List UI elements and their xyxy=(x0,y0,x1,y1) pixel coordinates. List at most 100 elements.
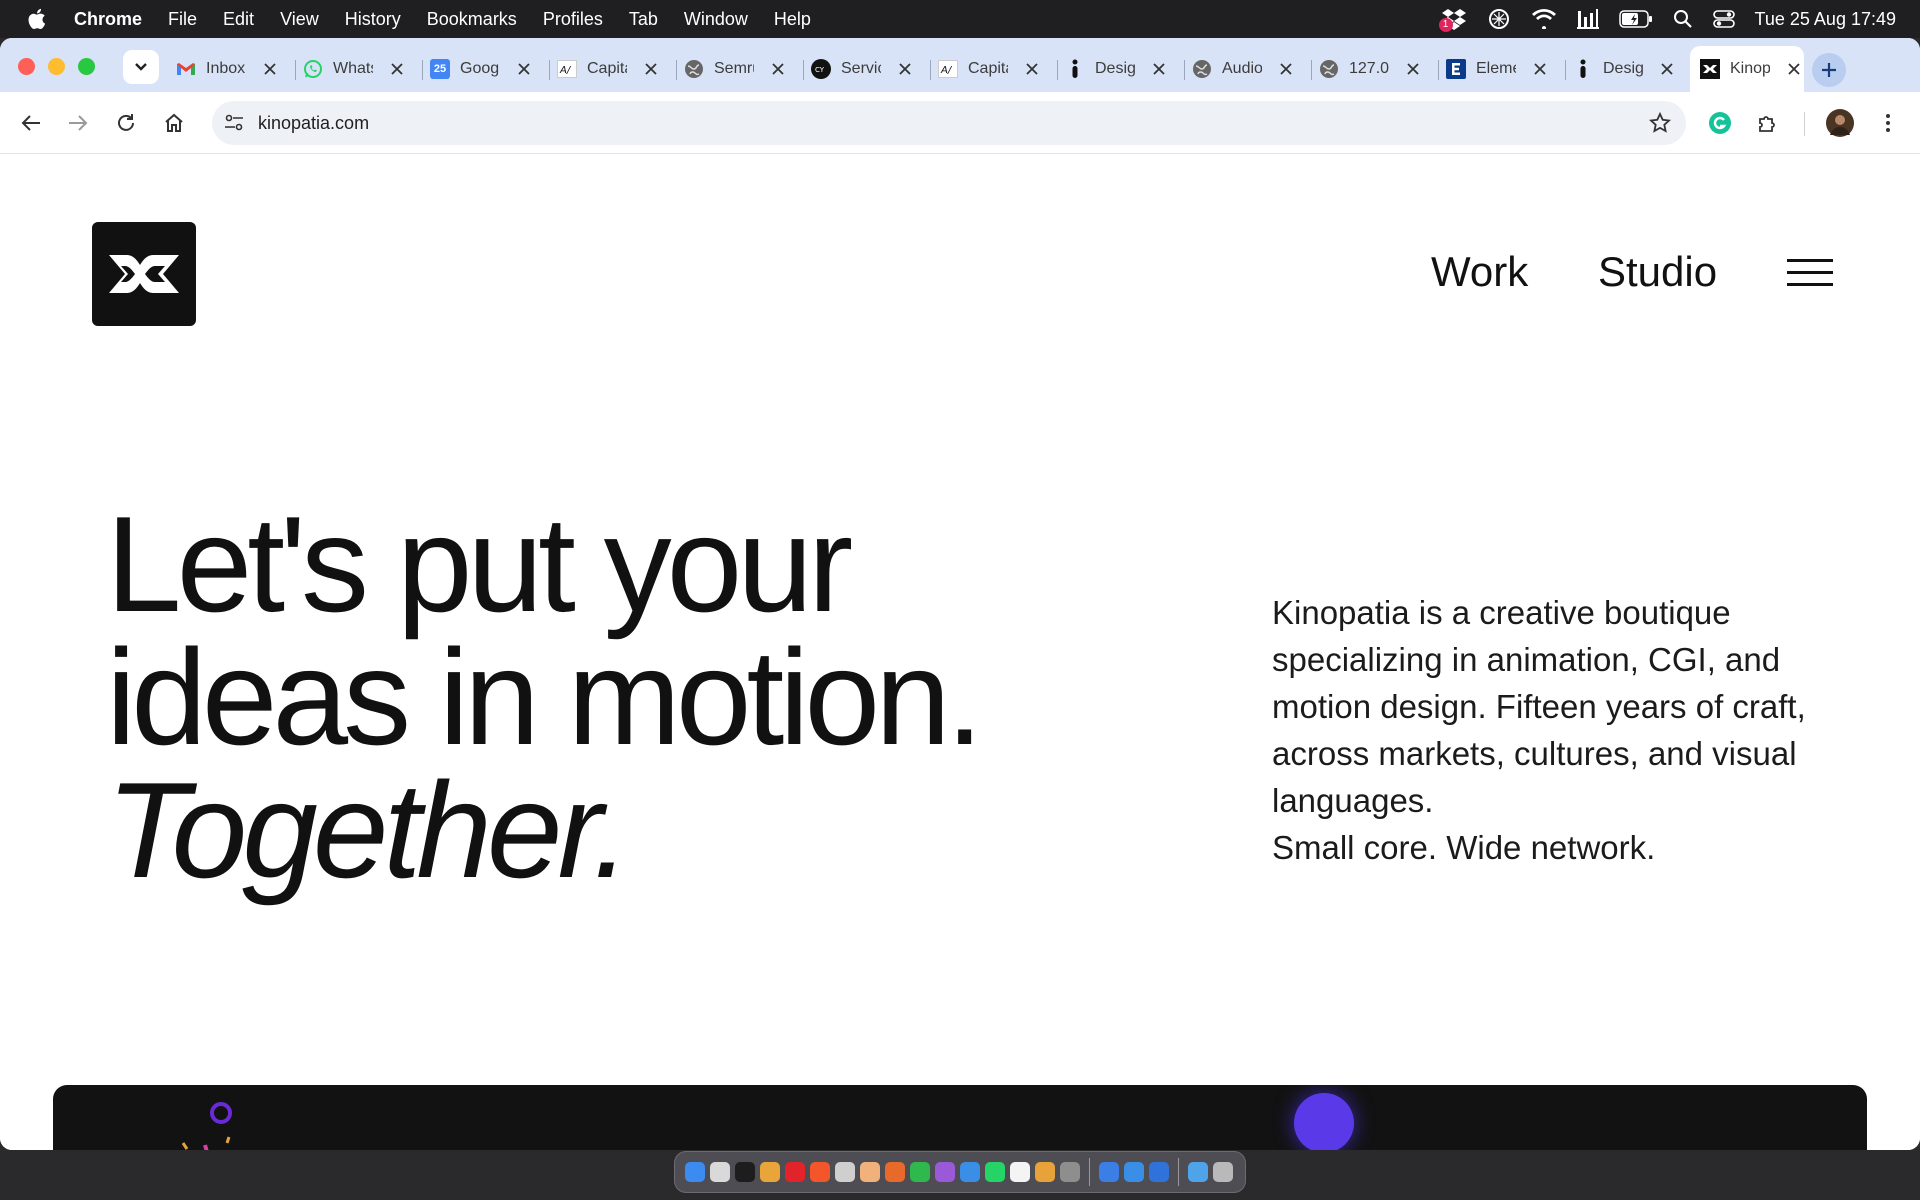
tab-semrush[interactable]: Semrush xyxy=(674,50,804,88)
close-icon[interactable] xyxy=(1149,59,1169,79)
site-settings-icon[interactable] xyxy=(222,111,246,135)
close-icon[interactable] xyxy=(1530,59,1550,79)
tab-strip: Inbox WhatsApp 25 Google Calendar A/ Cap… xyxy=(0,38,1920,92)
hamburger-menu-icon[interactable] xyxy=(1787,259,1833,287)
zoom-window-button[interactable] xyxy=(78,58,95,75)
menu-help[interactable]: Help xyxy=(774,9,811,30)
url-text[interactable]: kinopatia.com xyxy=(258,113,369,134)
tab-services[interactable]: CY Services xyxy=(801,50,931,88)
dropbox-icon[interactable]: 1 xyxy=(1438,8,1467,32)
address-bar[interactable]: kinopatia.com xyxy=(212,101,1686,145)
close-icon[interactable] xyxy=(1276,59,1296,79)
menu-history[interactable]: History xyxy=(345,9,401,30)
dock-preview-icon[interactable] xyxy=(1035,1162,1055,1182)
close-window-button[interactable] xyxy=(18,58,35,75)
forward-arrow-icon xyxy=(69,115,88,131)
grammarly-extension-button[interactable] xyxy=(1706,109,1734,137)
dock-affinity-icon[interactable] xyxy=(935,1162,955,1182)
menu-profiles[interactable]: Profiles xyxy=(543,9,603,30)
tab-title: Kinopatia xyxy=(1730,60,1770,77)
dock-whatsapp-icon[interactable] xyxy=(985,1162,1005,1182)
dock-chatgpt-icon[interactable] xyxy=(835,1162,855,1182)
dock-settings-icon[interactable] xyxy=(1060,1162,1080,1182)
profile-avatar[interactable] xyxy=(1826,109,1854,137)
dock-word-icon[interactable] xyxy=(735,1162,755,1182)
puzzle-icon xyxy=(1759,116,1775,132)
dock-downloads-icon[interactable] xyxy=(1124,1162,1144,1182)
tab-design-2[interactable]: Design xyxy=(1563,50,1689,88)
close-icon[interactable] xyxy=(1022,59,1042,79)
dock-finder-2-icon[interactable] xyxy=(1099,1162,1119,1182)
tab-google-calendar[interactable]: 25 Google Calendar xyxy=(420,50,550,88)
apple-icon[interactable] xyxy=(26,8,48,30)
tab-localhost[interactable]: 127.0.0.1 xyxy=(1309,50,1439,88)
extensions-button[interactable] xyxy=(1754,109,1782,137)
menu-file[interactable]: File xyxy=(168,9,197,30)
nav-studio-link[interactable]: Studio xyxy=(1598,248,1717,296)
battery-icon[interactable] xyxy=(1618,10,1653,28)
dock-finder-icon[interactable] xyxy=(685,1162,705,1182)
forward-button[interactable] xyxy=(64,109,92,137)
dock-chrome-icon[interactable] xyxy=(760,1162,780,1182)
tab-search-button[interactable] xyxy=(123,50,159,84)
new-tab-button[interactable] xyxy=(1812,53,1846,87)
close-icon[interactable] xyxy=(514,59,534,79)
reload-button[interactable] xyxy=(112,109,140,137)
browser-window: Inbox WhatsApp 25 Google Calendar A/ Cap… xyxy=(0,38,1920,1150)
dock-numbers-icon[interactable] xyxy=(910,1162,930,1182)
home-button[interactable] xyxy=(160,109,188,137)
back-arrow-icon xyxy=(21,115,40,131)
tab-kinopatia-active[interactable]: Kinopatia xyxy=(1690,46,1804,92)
macos-menu-bar: Chrome File Edit View History Bookmarks … xyxy=(0,0,1920,38)
tab-capital-1[interactable]: A/ Capital xyxy=(547,50,677,88)
control-center-icon[interactable] xyxy=(1712,9,1735,29)
close-icon[interactable] xyxy=(387,59,407,79)
kinopatia-logo[interactable] xyxy=(92,222,196,326)
spotlight-search-icon[interactable] xyxy=(1673,9,1693,29)
tab-whatsapp[interactable]: WhatsApp xyxy=(293,50,423,88)
menu-view[interactable]: View xyxy=(280,9,319,30)
menu-window[interactable]: Window xyxy=(684,9,748,30)
showreel-video[interactable] xyxy=(53,1085,1867,1150)
close-icon[interactable] xyxy=(895,59,915,79)
menu-tab[interactable]: Tab xyxy=(629,9,658,30)
nav-work-link[interactable]: Work xyxy=(1431,248,1528,296)
dock-trash-icon[interactable] xyxy=(1213,1162,1233,1182)
dock-brave-icon[interactable] xyxy=(810,1162,830,1182)
dock-proxyman-icon[interactable] xyxy=(1149,1162,1169,1182)
wifi-icon[interactable] xyxy=(1531,9,1557,29)
close-icon[interactable] xyxy=(641,59,661,79)
browser-toolbar: kinopatia.com xyxy=(0,92,1920,154)
minimize-window-button[interactable] xyxy=(48,58,65,75)
tab-design-1[interactable]: Design xyxy=(1055,50,1185,88)
dock-folder-icon[interactable] xyxy=(1188,1162,1208,1182)
back-button[interactable] xyxy=(17,109,45,137)
dock-affinity-designer-icon[interactable] xyxy=(960,1162,980,1182)
menu-edit[interactable]: Edit xyxy=(223,9,254,30)
dock-notes-icon[interactable] xyxy=(1010,1162,1030,1182)
close-icon[interactable] xyxy=(1403,59,1423,79)
globe-icon xyxy=(1319,59,1339,79)
chatgpt-icon[interactable] xyxy=(1487,7,1511,31)
close-icon[interactable] xyxy=(1657,59,1677,79)
close-icon[interactable] xyxy=(260,59,280,79)
menu-bookmarks[interactable]: Bookmarks xyxy=(427,9,517,30)
tab-gmail[interactable]: Inbox xyxy=(166,50,296,88)
chrome-menu-button[interactable] xyxy=(1874,109,1902,137)
menu-app-name[interactable]: Chrome xyxy=(74,9,142,30)
grammarly-icon xyxy=(1709,112,1731,134)
dock-sublime-icon[interactable] xyxy=(885,1162,905,1182)
close-icon[interactable] xyxy=(768,59,788,79)
tab-capital-2[interactable]: A/ Capital xyxy=(928,50,1058,88)
dock-opera-icon[interactable] xyxy=(785,1162,805,1182)
bookmark-star-icon[interactable] xyxy=(1648,111,1672,135)
close-icon[interactable] xyxy=(1784,59,1804,79)
dock-finder-alt-icon[interactable] xyxy=(860,1162,880,1182)
tab-elementor[interactable]: Elementor xyxy=(1436,50,1566,88)
hero-headline: Let's put your ideas in motion. Together… xyxy=(106,496,1156,898)
dock-launchpad-icon[interactable] xyxy=(710,1162,730,1182)
menu-clock[interactable]: Tue 25 Aug 17:49 xyxy=(1755,9,1896,30)
audio-levels-icon[interactable] xyxy=(1576,8,1599,30)
tab-audio[interactable]: Audio xyxy=(1182,50,1312,88)
confetti-graphic xyxy=(181,1102,232,1150)
